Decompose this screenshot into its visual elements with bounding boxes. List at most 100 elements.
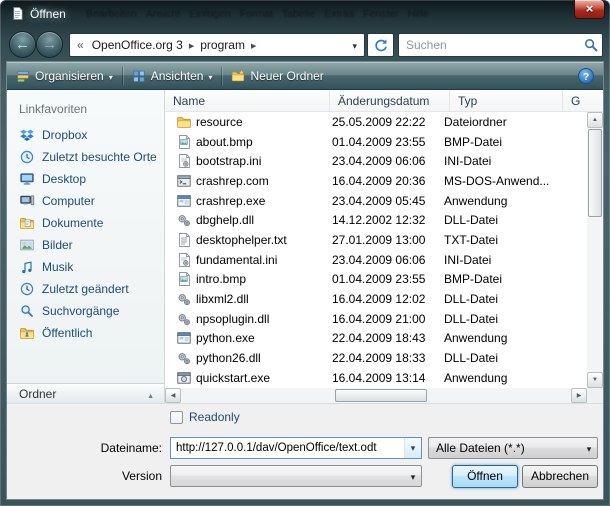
navigation-bar: « OpenOffice.org 3 program — [7, 28, 603, 62]
file-row[interactable]: resource25.05.2009 22:22Dateiordner — [165, 112, 587, 132]
sidebar-item-computer[interactable]: Computer — [7, 190, 164, 212]
column-headers: Name Änderungsdatum Typ G — [165, 90, 603, 112]
organize-icon — [16, 69, 30, 83]
sidebar-item-pictures[interactable]: Bilder — [7, 234, 164, 256]
favorites-header: Linkfavoriten — [7, 90, 164, 124]
breadcrumb-crumb[interactable]: program — [196, 38, 249, 52]
search-box[interactable] — [398, 33, 603, 57]
bmp-file-icon — [176, 271, 192, 287]
chevron-down-icon — [208, 69, 212, 83]
refresh-button[interactable] — [367, 33, 394, 57]
file-type: Anwendung — [440, 194, 507, 208]
column-header-name[interactable]: Name — [165, 90, 330, 111]
sidebar-item-recent-changes[interactable]: Zuletzt geändert — [7, 278, 164, 300]
sidebar-item-recent-places[interactable]: Zuletzt besuchte Orte — [7, 146, 164, 168]
favorites-sidebar: Linkfavoriten Dropbox Zuletzt besuchte Or… — [7, 90, 165, 403]
file-row[interactable]: desktophelper.txt27.01.2009 13:00TXT-Dat… — [165, 230, 587, 250]
file-row[interactable]: fundamental.ini23.04.2009 06:06INI-Datei — [165, 250, 587, 270]
sidebar-item-documents[interactable]: Dokumente — [7, 212, 164, 234]
file-type: INI-Datei — [440, 154, 491, 168]
breadcrumb-separator-icon[interactable] — [187, 38, 196, 52]
version-combobox[interactable] — [170, 465, 422, 487]
file-type: DLL-Datei — [440, 351, 498, 365]
sidebar-item-label: Dropbox — [42, 128, 87, 142]
file-date: 22.04.2009 18:43 — [326, 331, 440, 345]
file-row[interactable]: python.exe22.04.2009 18:43Anwendung — [165, 329, 587, 349]
file-type: INI-Datei — [440, 253, 491, 267]
open-button[interactable]: Öffnen — [452, 465, 518, 488]
breadcrumb-crumb[interactable]: OpenOffice.org 3 — [88, 38, 187, 52]
column-header-type[interactable]: Typ — [450, 90, 563, 111]
titlebar[interactable]: Öffnen BearbeitenAnsichtEinfügenFormatTa… — [0, 0, 610, 28]
public-icon — [19, 325, 35, 341]
filename-combobox[interactable] — [170, 437, 422, 459]
folder-file-icon — [176, 114, 192, 130]
recent-changes-icon — [19, 281, 35, 297]
file-name: python26.dll — [192, 351, 326, 365]
sidebar-item-dropbox[interactable]: Dropbox — [7, 124, 164, 146]
documents-icon — [19, 215, 35, 231]
sidebar-item-public[interactable]: Öffentlich — [7, 322, 164, 344]
search-icon[interactable] — [580, 37, 602, 53]
version-dropdown-icon — [405, 469, 421, 483]
address-dropdown-icon[interactable] — [345, 38, 364, 52]
close-button[interactable] — [574, 0, 605, 19]
breadcrumb-separator-icon[interactable] — [249, 38, 258, 52]
exe2-file-icon — [176, 370, 192, 386]
file-name: crashrep.exe — [192, 194, 326, 208]
column-header-date[interactable]: Änderungsdatum — [330, 90, 450, 111]
scroll-left-button[interactable] — [165, 388, 181, 403]
breadcrumb-overflow-chevron[interactable]: « — [70, 38, 88, 52]
vertical-scrollbar[interactable] — [587, 112, 603, 388]
file-row[interactable]: about.bmp01.04.2009 23:55BMP-Datei — [165, 132, 587, 152]
filename-dropdown-icon[interactable] — [404, 438, 421, 458]
file-type: Anwendung — [440, 371, 507, 385]
file-row[interactable]: bootstrap.ini23.04.2009 06:06INI-Datei — [165, 151, 587, 171]
filetype-combobox[interactable]: Alle Dateien (*.*) — [428, 437, 598, 459]
new-folder-button[interactable]: Neuer Ordner — [222, 62, 332, 89]
new-folder-icon — [231, 69, 245, 83]
scroll-up-button[interactable] — [587, 112, 603, 128]
sidebar-item-label: Zuletzt besuchte Orte — [42, 150, 157, 164]
scroll-right-button[interactable] — [571, 388, 587, 403]
file-row[interactable]: intro.bmp01.04.2009 23:55BMP-Datei — [165, 270, 587, 290]
breadcrumb[interactable]: « OpenOffice.org 3 program — [69, 33, 365, 57]
forward-button[interactable] — [36, 31, 63, 58]
views-button[interactable]: Ansichten — [123, 62, 222, 89]
file-row[interactable]: quickstart.exe16.04.2009 13:14Anwendung — [165, 368, 587, 388]
folders-expander[interactable]: Ordner — [7, 383, 164, 403]
file-date: 01.04.2009 23:55 — [326, 135, 440, 149]
file-row[interactable]: libxml2.dll16.04.2009 12:02DLL-Datei — [165, 289, 587, 309]
file-name: dbghelp.dll — [192, 213, 326, 227]
file-date: 16.04.2009 12:02 — [326, 292, 440, 306]
scroll-down-button[interactable] — [587, 372, 603, 388]
organize-button[interactable]: Organisieren — [7, 62, 122, 89]
sidebar-item-searches[interactable]: Suchvorgänge — [7, 300, 164, 322]
file-date: 01.04.2009 23:55 — [326, 272, 440, 286]
sidebar-item-desktop[interactable]: Desktop — [7, 168, 164, 190]
file-row[interactable]: python26.dll22.04.2009 18:33DLL-Datei — [165, 348, 587, 368]
file-date: 22.04.2009 18:33 — [326, 351, 440, 365]
readonly-checkbox[interactable] — [170, 411, 183, 424]
search-input[interactable] — [399, 37, 580, 53]
horizontal-scroll-thumb[interactable] — [335, 389, 427, 402]
column-header-size[interactable]: G — [563, 90, 587, 111]
vertical-scroll-thumb[interactable] — [588, 129, 602, 217]
file-row[interactable]: crashrep.com16.04.2009 20:36MS-DOS-Anwen… — [165, 171, 587, 191]
file-type: BMP-Datei — [440, 135, 502, 149]
searches-icon — [19, 303, 35, 319]
cancel-button[interactable]: Abbrechen — [522, 465, 598, 488]
help-button[interactable] — [578, 68, 594, 84]
horizontal-scrollbar[interactable] — [165, 388, 587, 403]
back-button[interactable] — [9, 31, 36, 58]
sidebar-item-music[interactable]: Musik — [7, 256, 164, 278]
sidebar-item-label: Dokumente — [42, 216, 103, 230]
file-row[interactable]: npsoplugin.dll16.04.2009 21:00DLL-Datei — [165, 309, 587, 329]
background-menu-item: Bearbeiten — [86, 8, 137, 20]
dropbox-icon — [19, 127, 35, 143]
file-row[interactable]: dbghelp.dll14.12.2002 12:32DLL-Datei — [165, 210, 587, 230]
readonly-label: Readonly — [189, 410, 240, 424]
file-row[interactable]: crashrep.exe23.04.2009 05:45Anwendung — [165, 191, 587, 211]
views-icon — [132, 69, 146, 83]
filename-input[interactable] — [171, 441, 404, 455]
